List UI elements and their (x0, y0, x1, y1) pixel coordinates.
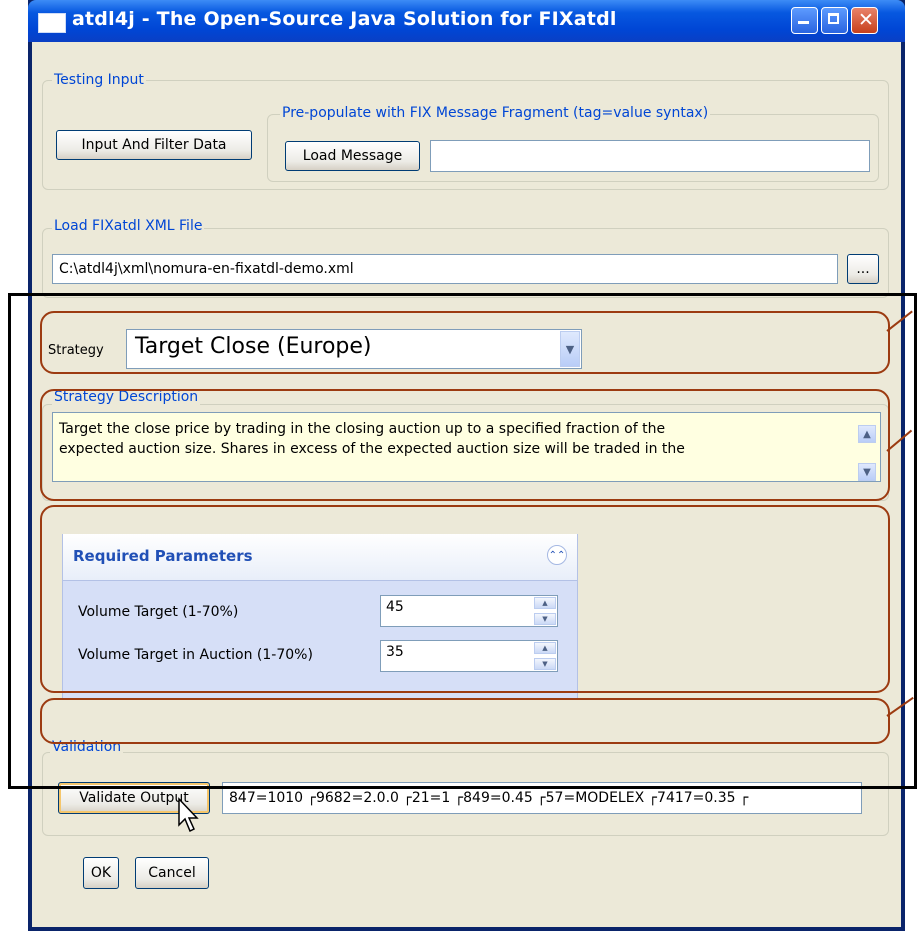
load-message-button[interactable]: Load Message (285, 141, 420, 171)
window-icon (38, 13, 66, 33)
input-filter-button[interactable]: Input And Filter Data (56, 130, 252, 160)
annotation-parameters-box (40, 505, 890, 693)
xml-path-input[interactable]: C:\atdl4j\xml\nomura-en-fixatdl-demo.xml (52, 254, 838, 284)
window-title: atdl4j - The Open-Source Java Solution f… (72, 8, 617, 30)
minimize-icon (798, 21, 809, 24)
close-button[interactable]: ✕ (851, 7, 878, 34)
title-bar[interactable]: atdl4j - The Open-Source Java Solution f… (28, 0, 905, 42)
load-file-label: Load FIXatdl XML File (52, 218, 205, 234)
testing-input-label: Testing Input (52, 72, 146, 88)
prepopulate-label: Pre-populate with FIX Message Fragment (… (280, 105, 711, 121)
minimize-button[interactable] (791, 7, 818, 34)
close-icon: ✕ (858, 9, 874, 31)
ok-button[interactable]: OK (83, 857, 119, 889)
maximize-icon (828, 13, 839, 24)
annotation-description-box (40, 389, 890, 501)
fix-fragment-input[interactable] (430, 140, 870, 172)
annotation-strategy-box (40, 311, 890, 374)
browse-button[interactable]: ... (847, 254, 879, 284)
mouse-pointer-icon (178, 797, 199, 833)
maximize-button[interactable] (821, 7, 848, 34)
cancel-button[interactable]: Cancel (135, 857, 209, 889)
annotation-empty-box (40, 698, 890, 744)
